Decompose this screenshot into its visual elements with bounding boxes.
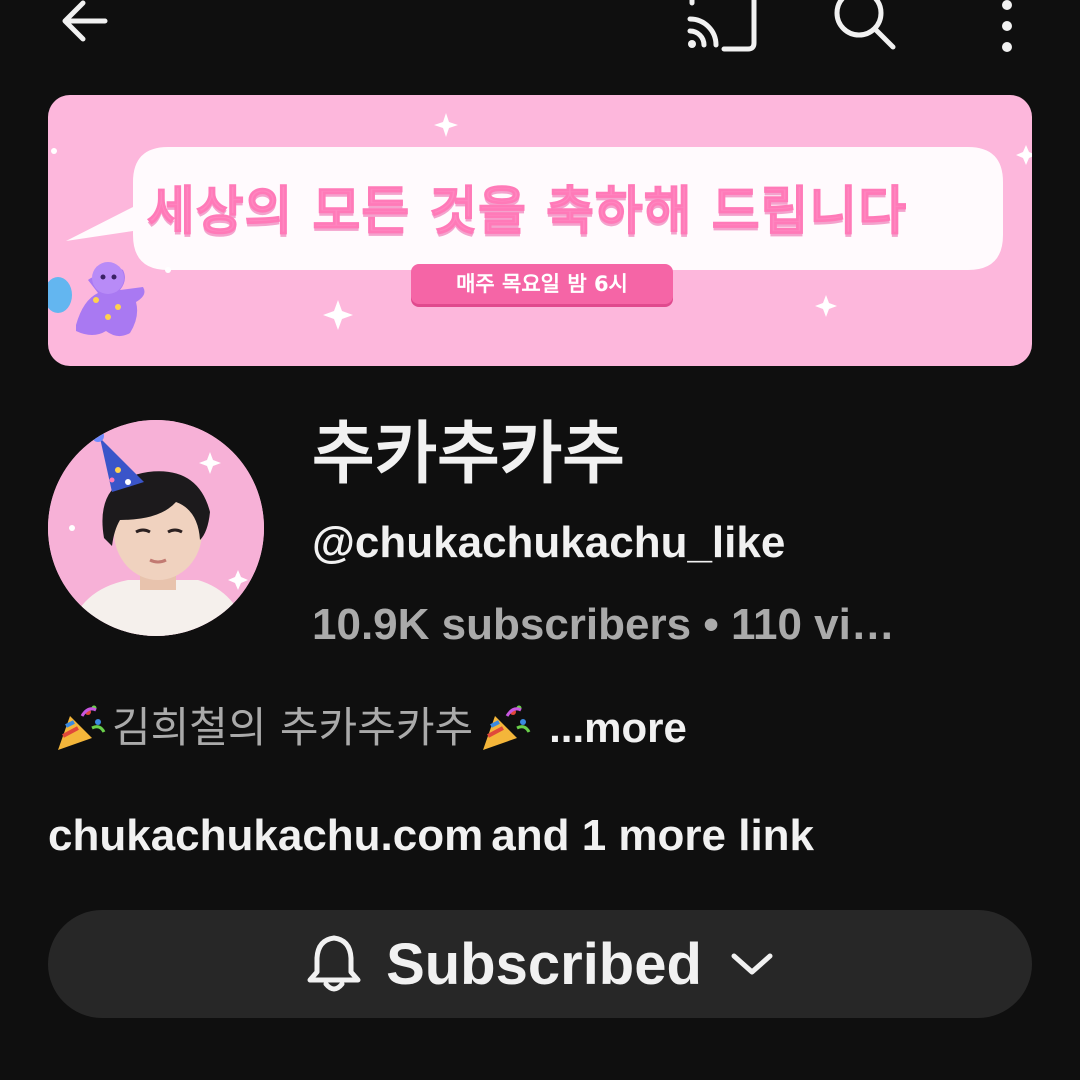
- party-popper-icon: [58, 705, 106, 750]
- cast-button[interactable]: [680, 0, 760, 58]
- description-text: 김희철의 추카추카추: [112, 703, 474, 752]
- search-button[interactable]: [826, 0, 902, 58]
- cast-icon: [687, 0, 757, 52]
- channel-description[interactable]: 김희철의 추카추카추 ...more: [48, 700, 687, 756]
- banner-title: 세상의 모든 것을 축하해 드립니다: [146, 182, 908, 243]
- channel-links: chukachukachu.com and 1 more link: [48, 808, 814, 864]
- description-more-link[interactable]: ...more: [549, 700, 687, 756]
- chevron-down-icon: [731, 953, 773, 975]
- more-links-link[interactable]: and 1 more link: [491, 811, 814, 860]
- channel-avatar[interactable]: [48, 420, 264, 636]
- subscribed-button[interactable]: Subscribed: [48, 910, 1032, 1018]
- channel-banner: 세상의 모든 것을 축하해 드립니다 매주 목요일 밤 6시: [48, 95, 1032, 366]
- sparkle-icon: [323, 300, 353, 330]
- sparkle-icon: [434, 113, 458, 137]
- channel-name: 추카추카추: [312, 415, 625, 494]
- channel-stats: 10.9K subscribers • 110 vi…: [312, 600, 895, 649]
- mascot-illustration: [48, 262, 145, 337]
- back-button[interactable]: [50, 0, 120, 58]
- subscribed-label: Subscribed: [386, 931, 702, 997]
- search-icon: [834, 0, 896, 50]
- sparkle-icon: [815, 295, 837, 317]
- more-options-button[interactable]: [980, 0, 1034, 58]
- bell-icon: [307, 935, 361, 992]
- banner-schedule-badge: 매주 목요일 밤 6시: [411, 264, 673, 304]
- back-arrow-icon: [62, 0, 108, 42]
- sparkle-icon: [1016, 145, 1032, 165]
- top-app-bar: [0, 0, 1080, 60]
- channel-website-link[interactable]: chukachukachu.com: [48, 811, 483, 860]
- more-vert-icon: [1002, 0, 1012, 52]
- channel-handle: @chukachukachu_like: [312, 518, 786, 567]
- party-popper-icon: [483, 705, 531, 750]
- avatar-image: [48, 420, 264, 636]
